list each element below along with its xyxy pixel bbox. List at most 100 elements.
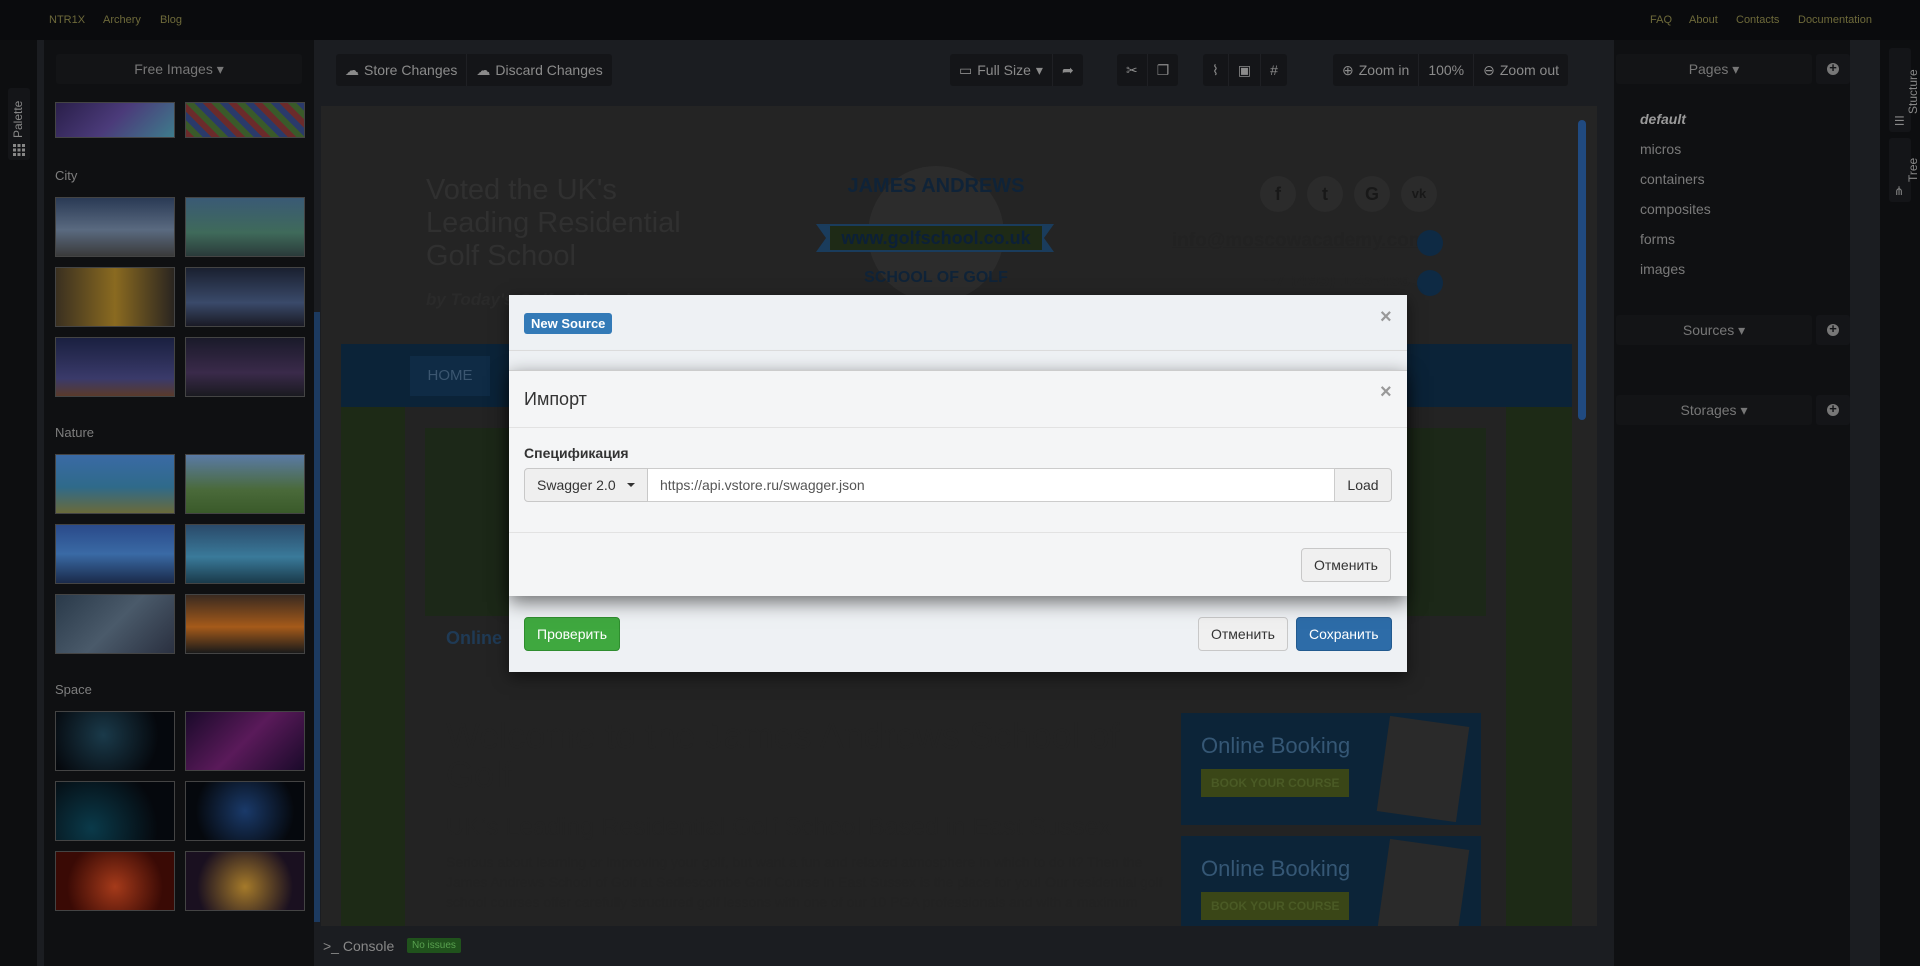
nav-link-documentation[interactable]: Documentation	[1798, 14, 1872, 26]
full-size-label: Full Size	[977, 62, 1031, 78]
booking-card[interactable]: Online Booking BOOK YOUR COURSE	[1181, 713, 1481, 825]
image-thumb[interactable]	[55, 102, 175, 138]
paperclip-icon: ⌇	[1212, 61, 1219, 78]
image-thumb[interactable]	[185, 781, 305, 841]
image-thumb[interactable]	[185, 851, 305, 911]
left-panel-scrollbar[interactable]	[314, 312, 320, 922]
attach-button[interactable]: ⌇	[1203, 54, 1229, 86]
image-thumb[interactable]	[185, 197, 305, 257]
google-icon[interactable]: G	[1354, 176, 1390, 212]
sources-dropdown[interactable]: Sources ▾	[1616, 315, 1812, 345]
tree-tab[interactable]: Tree ⋔	[1889, 138, 1920, 202]
page-item-images[interactable]: images	[1640, 261, 1685, 277]
changes-toolbar: ☁ Store Changes ☁ Discard Changes	[336, 54, 612, 86]
page-item-composites[interactable]: composites	[1640, 201, 1711, 217]
image-thumb[interactable]	[55, 781, 175, 841]
nav-link-contacts[interactable]: Contacts	[1736, 14, 1779, 26]
zoom-out-button[interactable]: ⊖ Zoom out	[1474, 54, 1568, 86]
zoom-in-label: Zoom in	[1358, 62, 1410, 78]
edit-toolbar: ✂ ❐	[1117, 54, 1179, 86]
canvas-scrollbar[interactable]	[1578, 120, 1586, 420]
load-button[interactable]: Load	[1335, 468, 1392, 502]
full-size-dropdown[interactable]: ▭ Full Size ▾	[950, 54, 1053, 86]
facebook-icon[interactable]: f	[1260, 176, 1296, 212]
add-page-button[interactable]	[1816, 54, 1850, 84]
page-item-micros[interactable]: micros	[1640, 141, 1681, 157]
image-thumb[interactable]	[185, 711, 305, 771]
store-changes-button[interactable]: ☁ Store Changes	[336, 54, 468, 86]
booking-title: Online Booking	[1201, 733, 1351, 758]
import-cancel-button[interactable]: Отменить	[1301, 548, 1391, 582]
add-storage-button[interactable]	[1816, 395, 1850, 425]
spec-url-input[interactable]: https://api.vstore.ru/swagger.json	[648, 468, 1335, 502]
add-source-button[interactable]	[1816, 315, 1850, 345]
discard-changes-label: Discard Changes	[495, 62, 603, 78]
image-thumb[interactable]	[185, 454, 305, 514]
store-changes-label: Store Changes	[364, 62, 458, 78]
copy-button[interactable]: ❐	[1148, 54, 1179, 86]
hero-online-label: Online	[446, 628, 503, 648]
tree-tab-label: Tree	[1906, 157, 1920, 182]
console-toggle[interactable]: >_ Console	[323, 938, 394, 954]
palette-tab[interactable]: Palette	[8, 88, 30, 160]
console-bar: >_ Console No issues	[321, 932, 1597, 962]
image-thumb[interactable]	[185, 524, 305, 584]
list-icon: ☰	[1894, 114, 1905, 128]
cancel-button[interactable]: Отменить	[1198, 617, 1288, 651]
vk-icon[interactable]: vk	[1401, 176, 1437, 212]
storages-dropdown[interactable]: Storages ▾	[1616, 395, 1812, 425]
image-thumb[interactable]	[185, 267, 305, 327]
image-thumb[interactable]	[55, 197, 175, 257]
top-nav: NTR1X Archery Blog FAQ About Contacts Do…	[0, 0, 1920, 40]
import-modal-title: Импорт	[524, 389, 587, 409]
site-nav-home[interactable]: HOME	[410, 356, 490, 396]
page-item-containers[interactable]: containers	[1640, 171, 1705, 187]
twitter-icon[interactable]: t	[1307, 176, 1343, 212]
terminal-icon: >_	[323, 938, 339, 954]
image-thumb[interactable]	[185, 337, 305, 397]
structure-tab-label: Stucture	[1906, 69, 1920, 114]
pages-dropdown[interactable]: Pages ▾	[1616, 54, 1812, 84]
close-icon[interactable]: ×	[1380, 381, 1392, 404]
monitor-icon: ▭	[959, 61, 973, 78]
nav-link-blog[interactable]: Blog	[160, 14, 182, 26]
image-thumb[interactable]	[55, 267, 175, 327]
image-thumb[interactable]	[185, 594, 305, 654]
zoom-out-label: Zoom out	[1499, 62, 1559, 78]
share-button[interactable]: ➦	[1053, 54, 1083, 86]
image-thumb[interactable]	[55, 454, 175, 514]
zoom-level[interactable]: 100%	[1419, 54, 1475, 86]
image-button[interactable]: ▣	[1229, 54, 1262, 86]
nav-link-archery[interactable]: Archery	[103, 14, 141, 26]
image-thumb[interactable]	[55, 851, 175, 911]
save-button[interactable]: Сохранить	[1296, 617, 1392, 651]
grid-button[interactable]: #	[1261, 54, 1287, 86]
image-thumb[interactable]	[185, 102, 305, 138]
cloud-download-icon: ☁	[476, 61, 491, 78]
nav-link-ntr1x[interactable]: NTR1X	[49, 14, 85, 26]
site-email-link[interactable]: info@moscowacademy.com	[1172, 230, 1426, 252]
page-item-default[interactable]: default	[1640, 111, 1686, 127]
nav-link-about[interactable]: About	[1689, 14, 1718, 26]
book-course-button[interactable]: BOOK YOUR COURSE	[1201, 892, 1350, 920]
welcome-subheading: UK’s Leading Residential Golf School Bas…	[446, 813, 1112, 841]
page-item-forms[interactable]: forms	[1640, 231, 1675, 247]
zoom-in-button[interactable]: ⊕ Zoom in	[1333, 54, 1420, 86]
close-icon[interactable]: ×	[1380, 306, 1392, 329]
book-course-button[interactable]: BOOK YOUR COURSE	[1201, 769, 1350, 797]
brochure-image	[1376, 715, 1470, 823]
cut-button[interactable]: ✂	[1117, 54, 1148, 86]
section-label-city: City	[55, 168, 78, 183]
image-thumb[interactable]	[55, 594, 175, 654]
image-thumb[interactable]	[55, 524, 175, 584]
free-images-dropdown[interactable]: Free Images ▾	[56, 54, 302, 84]
image-thumb[interactable]	[55, 711, 175, 771]
spec-format-dropdown[interactable]: Swagger 2.0	[524, 468, 648, 502]
structure-tab[interactable]: Stucture ☰	[1889, 48, 1920, 132]
nav-link-faq[interactable]: FAQ	[1650, 14, 1672, 26]
check-button[interactable]: Проверить	[524, 617, 621, 651]
booking-card[interactable]: Online Booking BOOK YOUR COURSE	[1181, 836, 1481, 926]
golf-school-logo: www.golfschool.co.uk JAMES ANDREWS SCHOO…	[816, 166, 1054, 302]
image-thumb[interactable]	[55, 337, 175, 397]
discard-changes-button[interactable]: ☁ Discard Changes	[467, 54, 611, 86]
